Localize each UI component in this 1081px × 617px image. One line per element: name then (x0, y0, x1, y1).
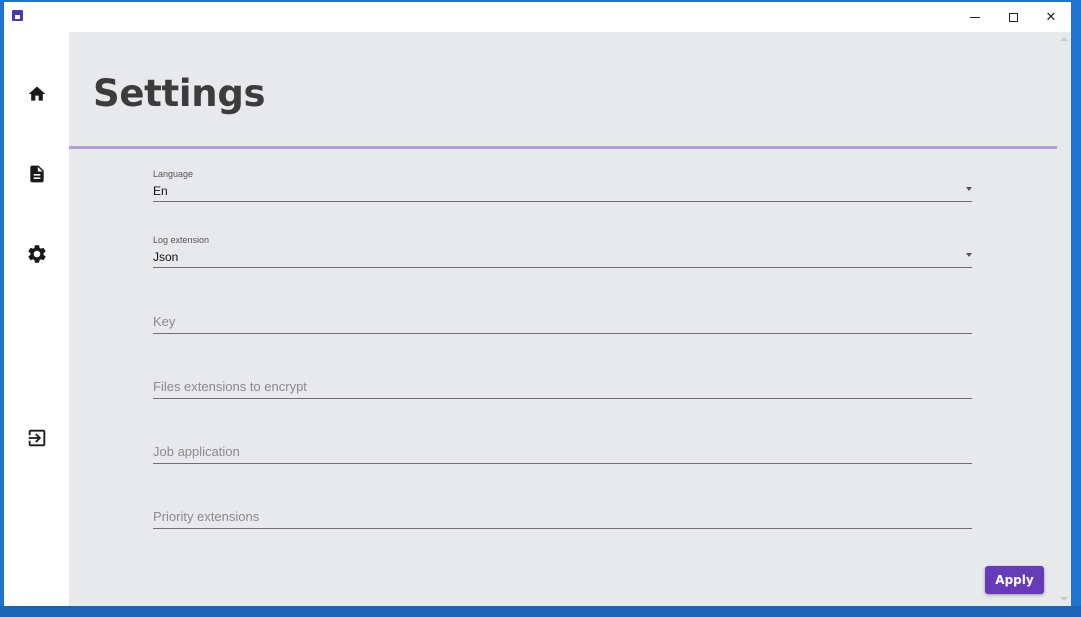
key-field[interactable]: Key (153, 302, 972, 334)
title-divider (69, 146, 1057, 149)
vertical-scrollbar[interactable] (1057, 32, 1071, 606)
title-bar[interactable]: ✕ (4, 2, 1071, 32)
job-application-field[interactable]: Job application (153, 433, 972, 464)
page-title: Settings (93, 72, 266, 115)
sidebar-item-exit[interactable] (24, 425, 50, 451)
scroll-up-icon[interactable] (1060, 37, 1068, 41)
language-value: En (153, 184, 168, 198)
job-application-placeholder: Job application (153, 444, 240, 459)
log-extension-label: Log extension (153, 235, 210, 245)
priority-extensions-placeholder: Priority extensions (153, 509, 260, 524)
exit-icon (28, 429, 46, 447)
settings-panel: Settings Language En Log extension Json … (69, 32, 1057, 606)
app-window: ✕ Settings Language En Log extension Jso… (4, 2, 1071, 606)
maximize-icon (1008, 12, 1018, 22)
taskbar-edge (0, 606, 1081, 617)
app-icon (12, 10, 23, 21)
language-select[interactable]: Language En (153, 169, 972, 202)
key-placeholder: Key (153, 314, 176, 329)
close-button[interactable]: ✕ (1032, 2, 1070, 32)
sidebar (4, 32, 69, 606)
dropdown-arrow-icon (966, 187, 972, 191)
home-icon (28, 86, 46, 101)
maximize-button[interactable] (994, 2, 1032, 32)
sidebar-item-home[interactable] (24, 81, 50, 107)
gear-icon (28, 245, 46, 263)
files-extensions-field[interactable]: Files extensions to encrypt (153, 368, 972, 399)
language-label: Language (153, 169, 194, 179)
apply-button[interactable]: Apply (985, 566, 1044, 594)
priority-extensions-field[interactable]: Priority extensions (153, 498, 972, 529)
dropdown-arrow-icon (966, 253, 972, 257)
log-extension-select[interactable]: Log extension Json (153, 235, 972, 268)
log-extension-value: Json (153, 250, 179, 264)
scroll-down-icon[interactable] (1060, 597, 1068, 601)
document-icon (30, 165, 44, 183)
sidebar-item-settings[interactable] (24, 241, 50, 267)
files-extensions-placeholder: Files extensions to encrypt (153, 379, 307, 394)
close-icon: ✕ (1045, 9, 1057, 25)
minimize-icon (970, 16, 980, 18)
sidebar-item-logs[interactable] (24, 161, 50, 187)
minimize-button[interactable] (956, 2, 994, 32)
